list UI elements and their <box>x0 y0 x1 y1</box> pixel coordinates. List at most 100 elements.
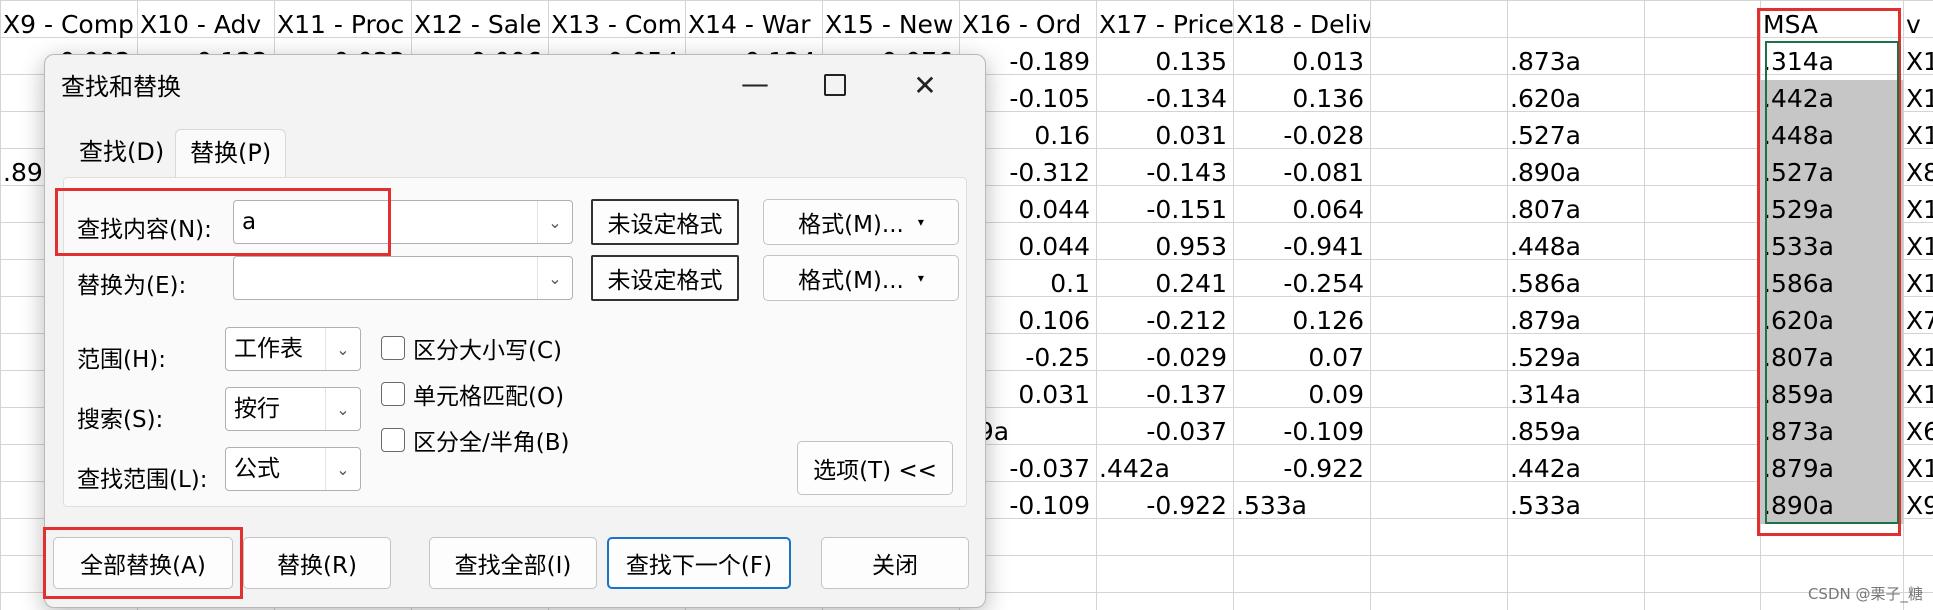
sheet-cell[interactable]: X1 <box>1903 376 1933 413</box>
sheet-cell[interactable]: 0.241 <box>1096 265 1233 302</box>
sheet-cell[interactable]: X9 - Comp <box>0 6 137 43</box>
sheet-cell[interactable]: .586a <box>1760 265 1903 302</box>
match-width-checkbox[interactable]: 区分全/半角(B) <box>381 423 569 457</box>
replace-format-button[interactable]: 格式(M)... ▾ <box>763 255 959 301</box>
chevron-down-icon[interactable]: ⌄ <box>325 328 360 370</box>
sheet-cell[interactable]: .533a <box>1507 487 1644 524</box>
sheet-cell[interactable]: .527a <box>1760 154 1903 191</box>
sheet-cell[interactable]: .879a <box>1760 450 1903 487</box>
match-case-checkbox[interactable]: 区分大小写(C) <box>381 331 562 365</box>
sheet-cell[interactable]: .859a <box>1760 376 1903 413</box>
sheet-cell[interactable]: X9 <box>1903 487 1933 524</box>
sheet-cell[interactable]: -0.134 <box>1096 80 1233 117</box>
sheet-cell[interactable]: -0.212 <box>1096 302 1233 339</box>
sheet-cell[interactable]: X14 - War <box>685 6 822 43</box>
sheet-cell[interactable]: .529a <box>1760 191 1903 228</box>
sheet-cell[interactable]: .527a <box>1507 117 1644 154</box>
sheet-cell[interactable]: .448a <box>1507 228 1644 265</box>
sheet-cell[interactable]: .873a <box>1760 413 1903 450</box>
sheet-cell[interactable]: -0.254 <box>1233 265 1370 302</box>
checkbox-box[interactable] <box>381 382 405 406</box>
replace-button[interactable]: 替换(R) <box>243 537 391 589</box>
sheet-cell[interactable]: -0.941 <box>1233 228 1370 265</box>
tab-find[interactable]: 查找(D) <box>65 129 178 175</box>
sheet-cell[interactable]: X1 <box>1903 191 1933 228</box>
sheet-cell[interactable]: 0.031 <box>1096 117 1233 154</box>
sheet-cell[interactable]: 0.953 <box>1096 228 1233 265</box>
sheet-cell[interactable]: X1 <box>1903 450 1933 487</box>
sheet-cell[interactable]: X1 <box>1903 43 1933 80</box>
replace-no-format-button[interactable]: 未设定格式 <box>591 255 739 301</box>
sheet-cell[interactable]: 0.135 <box>1096 43 1233 80</box>
sheet-cell[interactable]: .859a <box>1507 413 1644 450</box>
sheet-cell[interactable]: X10 - Adv <box>137 6 274 43</box>
sheet-cell[interactable]: X6 <box>1903 413 1933 450</box>
sheet-cell[interactable]: v <box>1903 6 1933 43</box>
scope-select[interactable]: 工作表 ⌄ <box>225 327 361 371</box>
sheet-cell[interactable]: X15 - New <box>822 6 959 43</box>
sheet-cell[interactable]: -0.028 <box>1233 117 1370 154</box>
sheet-cell[interactable]: .442a <box>1096 450 1233 487</box>
checkbox-box[interactable] <box>381 336 405 360</box>
options-button[interactable]: 选项(T) << <box>797 441 953 495</box>
find-what-input[interactable]: a ⌄ <box>233 200 573 244</box>
sheet-cell[interactable]: X1 <box>1903 117 1933 154</box>
sheet-cell[interactable]: .586a <box>1507 265 1644 302</box>
close-button[interactable]: 关闭 <box>821 537 969 589</box>
sheet-cell[interactable]: .533a <box>1233 487 1370 524</box>
sheet-cell[interactable]: X16 - Ord <box>959 6 1096 43</box>
sheet-cell[interactable]: -0.922 <box>1233 450 1370 487</box>
sheet-cell[interactable]: 0.09 <box>1233 376 1370 413</box>
tab-replace[interactable]: 替换(P) <box>175 129 287 178</box>
close-icon[interactable]: ✕ <box>885 55 965 115</box>
sheet-cell[interactable]: -0.029 <box>1096 339 1233 376</box>
sheet-cell[interactable]: -0.143 <box>1096 154 1233 191</box>
sheet-cell[interactable]: 0.013 <box>1233 43 1370 80</box>
chevron-down-icon[interactable]: ⌄ <box>325 448 360 490</box>
chevron-down-icon[interactable]: ⌄ <box>325 388 360 430</box>
find-all-button[interactable]: 查找全部(I) <box>429 537 597 589</box>
sheet-cell[interactable]: .807a <box>1507 191 1644 228</box>
find-format-button[interactable]: 格式(M)... ▾ <box>763 199 959 245</box>
sheet-cell[interactable]: 0.064 <box>1233 191 1370 228</box>
sheet-cell[interactable]: -0.151 <box>1096 191 1233 228</box>
sheet-cell[interactable]: X18 - Delivery Speed <box>1233 6 1370 43</box>
checkbox-box[interactable] <box>381 428 405 452</box>
sheet-cell[interactable]: .442a <box>1507 450 1644 487</box>
sheet-cell[interactable]: .442a <box>1760 80 1903 117</box>
search-select[interactable]: 按行 ⌄ <box>225 387 361 431</box>
sheet-cell[interactable]: .314a <box>1507 376 1644 413</box>
sheet-cell[interactable]: .890a <box>1760 487 1903 524</box>
sheet-cell[interactable]: .807a <box>1760 339 1903 376</box>
sheet-cell[interactable]: -0.922 <box>1096 487 1233 524</box>
sheet-cell[interactable]: 0.136 <box>1233 80 1370 117</box>
sheet-cell[interactable]: X1 <box>1903 228 1933 265</box>
sheet-cell[interactable]: X1 <box>1903 265 1933 302</box>
sheet-cell[interactable]: X13 - Com <box>548 6 685 43</box>
sheet-cell[interactable]: .448a <box>1760 117 1903 154</box>
sheet-cell[interactable]: .620a <box>1760 302 1903 339</box>
sheet-cell[interactable]: .620a <box>1507 80 1644 117</box>
replace-all-button[interactable]: 全部替换(A) <box>53 537 233 589</box>
chevron-down-icon[interactable]: ⌄ <box>537 257 572 299</box>
sheet-cell[interactable]: .873a <box>1507 43 1644 80</box>
sheet-cell[interactable]: .533a <box>1760 228 1903 265</box>
sheet-cell[interactable]: X8 <box>1903 154 1933 191</box>
look-in-select[interactable]: 公式 ⌄ <box>225 447 361 491</box>
sheet-cell[interactable]: .890a <box>1507 154 1644 191</box>
sheet-cell[interactable]: -0.109 <box>1233 413 1370 450</box>
sheet-cell[interactable]: .879a <box>1507 302 1644 339</box>
replace-with-input[interactable]: ⌄ <box>233 256 573 300</box>
sheet-cell[interactable]: -0.037 <box>1096 413 1233 450</box>
find-next-button[interactable]: 查找下一个(F) <box>607 537 791 589</box>
sheet-cell[interactable]: MSA <box>1760 6 1903 43</box>
sheet-cell[interactable]: X1 <box>1903 80 1933 117</box>
sheet-cell[interactable]: -0.137 <box>1096 376 1233 413</box>
chevron-down-icon[interactable]: ⌄ <box>537 201 572 243</box>
sheet-cell[interactable]: X12 - Sale <box>411 6 548 43</box>
sheet-cell[interactable]: X7 <box>1903 302 1933 339</box>
maximize-icon[interactable] <box>795 55 875 115</box>
sheet-cell[interactable]: X17 - Price <box>1096 6 1233 43</box>
minimize-icon[interactable]: — <box>715 53 795 113</box>
sheet-cell[interactable]: .529a <box>1507 339 1644 376</box>
